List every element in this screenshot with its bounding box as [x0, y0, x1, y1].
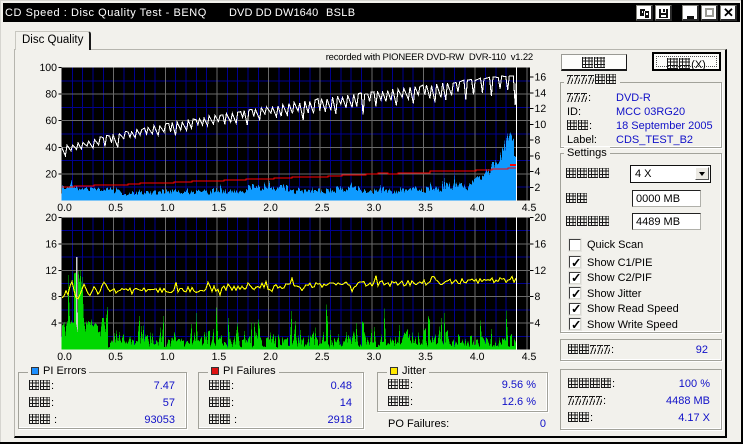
svg-text:1.5: 1.5 — [212, 202, 227, 214]
svg-text:2.5: 2.5 — [315, 351, 330, 363]
svg-text:2.5: 2.5 — [315, 202, 330, 214]
svg-text:8: 8 — [535, 135, 541, 147]
svg-text:16: 16 — [535, 238, 547, 250]
svg-text:0.0: 0.0 — [57, 351, 72, 363]
svg-text:16: 16 — [45, 238, 57, 250]
svg-text:40: 40 — [45, 142, 57, 154]
svg-text:20: 20 — [45, 212, 57, 224]
svg-text:3.5: 3.5 — [418, 202, 433, 214]
svg-text:1.0: 1.0 — [160, 351, 175, 363]
svg-text:1.5: 1.5 — [212, 351, 227, 363]
svg-text:12: 12 — [535, 265, 547, 277]
svg-text:12: 12 — [45, 265, 57, 277]
svg-text:16: 16 — [535, 72, 547, 84]
svg-text:8: 8 — [51, 291, 57, 303]
svg-text:4: 4 — [535, 318, 541, 330]
svg-text:4.5: 4.5 — [522, 202, 537, 214]
svg-text:4: 4 — [535, 166, 541, 178]
svg-text:100: 100 — [39, 62, 57, 74]
svg-text:2: 2 — [535, 182, 541, 194]
svg-text:60: 60 — [45, 115, 57, 127]
svg-text:1.0: 1.0 — [160, 202, 175, 214]
svg-text:12: 12 — [535, 103, 547, 115]
svg-text:0.5: 0.5 — [108, 202, 123, 214]
svg-text:3.0: 3.0 — [367, 351, 382, 363]
svg-text:6: 6 — [535, 150, 541, 162]
svg-text:4.0: 4.0 — [470, 202, 485, 214]
svg-text:2.0: 2.0 — [263, 351, 278, 363]
svg-text:3.0: 3.0 — [367, 202, 382, 214]
svg-text:4.5: 4.5 — [522, 351, 537, 363]
svg-text:0.5: 0.5 — [108, 351, 123, 363]
svg-text:14: 14 — [535, 87, 547, 99]
svg-text:20: 20 — [45, 168, 57, 180]
svg-text:4: 4 — [51, 318, 57, 330]
svg-text:recorded with PIONEER DVD-RW: recorded with PIONEER DVD-RW DVR-110 v1.… — [326, 52, 533, 63]
svg-text:0.0: 0.0 — [57, 202, 72, 214]
svg-text:4.0: 4.0 — [470, 351, 485, 363]
svg-text:8: 8 — [535, 291, 541, 303]
svg-text:2.0: 2.0 — [263, 202, 278, 214]
svg-text:80: 80 — [45, 89, 57, 101]
svg-text:10: 10 — [535, 119, 547, 131]
svg-text:3.5: 3.5 — [418, 351, 433, 363]
